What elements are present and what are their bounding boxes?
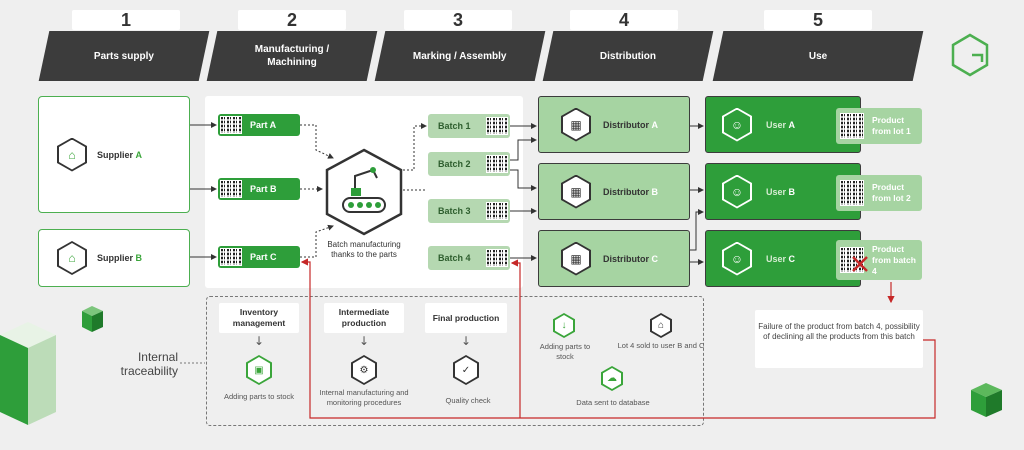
stage-number-3: 3 bbox=[404, 10, 512, 30]
internal-manufacturing-caption: Internal manufacturing and monitoring pr… bbox=[319, 388, 409, 407]
datamatrix-code bbox=[486, 202, 508, 220]
quality-check-caption: Quality check bbox=[445, 396, 491, 405]
adding-parts-caption: Adding parts to stock bbox=[223, 392, 295, 401]
distributor-a: ▦ Distributor A bbox=[538, 96, 690, 153]
arrow-down-icon: ↓ bbox=[254, 334, 265, 348]
stage-header-distribution: Distribution bbox=[542, 31, 714, 81]
supplier-b-label: Supplier B bbox=[97, 253, 143, 263]
stage-header-manufacturing: Manufacturing / Machining bbox=[206, 31, 378, 81]
factory-icon: ⌂ bbox=[57, 137, 87, 172]
product-lot-1: Product from lot 1 bbox=[836, 108, 922, 144]
internal-traceability-label: Internal traceability bbox=[120, 350, 178, 378]
datamatrix-code bbox=[840, 113, 864, 139]
datamatrix-code bbox=[486, 249, 508, 267]
batch-3: Batch 3 bbox=[428, 199, 510, 223]
stage-header-parts-supply: Parts supply bbox=[38, 31, 210, 81]
supplier-b-box: ⌂ Supplier B bbox=[38, 229, 190, 287]
stage-header-use: Use bbox=[712, 31, 924, 81]
datamatrix-code bbox=[486, 117, 508, 135]
product-lot-2: Product from lot 2 bbox=[836, 175, 922, 211]
decor-cube-right bbox=[971, 383, 1002, 417]
decor-cube-small bbox=[82, 306, 103, 332]
batch-1: Batch 1 bbox=[428, 114, 510, 138]
final-production-head: Final production bbox=[425, 303, 507, 333]
dist-adding-parts-caption: Adding parts to stock bbox=[539, 342, 591, 361]
part-c: Part C bbox=[218, 246, 300, 268]
brand-logo-icon bbox=[951, 33, 989, 77]
arrow-down-icon: ↓ bbox=[359, 334, 370, 348]
part-a: Part A bbox=[218, 114, 300, 136]
data-sent-caption: Data sent to database bbox=[576, 398, 650, 407]
supplier-a-box: ⌂ Supplier A bbox=[38, 96, 190, 213]
part-b: Part B bbox=[218, 178, 300, 200]
datamatrix-code bbox=[220, 248, 242, 266]
stage-number-1: 1 bbox=[72, 10, 180, 30]
datamatrix-code bbox=[486, 155, 508, 173]
user-icon: ☺ bbox=[722, 107, 752, 142]
machine-caption: Batch manufacturing thanks to the parts bbox=[327, 240, 401, 259]
distributor-b: ▦ Distributor B bbox=[538, 163, 690, 220]
datamatrix-code bbox=[220, 116, 242, 134]
inventory-management-head: Inventory management bbox=[219, 303, 299, 333]
product-batch-4: Product from batch 4 bbox=[836, 240, 922, 280]
user-icon: ☺ bbox=[722, 174, 752, 209]
datamatrix-code bbox=[840, 180, 864, 206]
datamatrix-code bbox=[220, 180, 242, 198]
failure-note: Failure of the product from batch 4, pos… bbox=[755, 310, 923, 368]
warehouse-icon: ▦ bbox=[561, 174, 591, 209]
stage-number-5: 5 bbox=[764, 10, 872, 30]
supplier-a-label: Supplier A bbox=[97, 149, 143, 160]
lot-4-sold-caption: Lot 4 sold to user B and C bbox=[617, 341, 705, 350]
distributor-c: ▦ Distributor C bbox=[538, 230, 690, 287]
stage-header-marking: Marking / Assembly bbox=[374, 31, 546, 81]
intermediate-production-head: Intermediate production bbox=[324, 303, 404, 333]
stage-number-2: 2 bbox=[238, 10, 346, 30]
arrow-down-icon: ↓ bbox=[461, 334, 472, 348]
decor-cube-large bbox=[0, 322, 56, 425]
batch-4: Batch 4 bbox=[428, 246, 510, 270]
reject-x-icon bbox=[852, 256, 868, 272]
warehouse-icon: ▦ bbox=[561, 107, 591, 142]
robot-arm-conveyor-icon bbox=[325, 148, 403, 236]
user-icon: ☺ bbox=[722, 241, 752, 276]
stage-number-4: 4 bbox=[570, 10, 678, 30]
warehouse-icon: ▦ bbox=[561, 241, 591, 276]
factory-icon: ⌂ bbox=[57, 241, 87, 275]
batch-2: Batch 2 bbox=[428, 152, 510, 176]
